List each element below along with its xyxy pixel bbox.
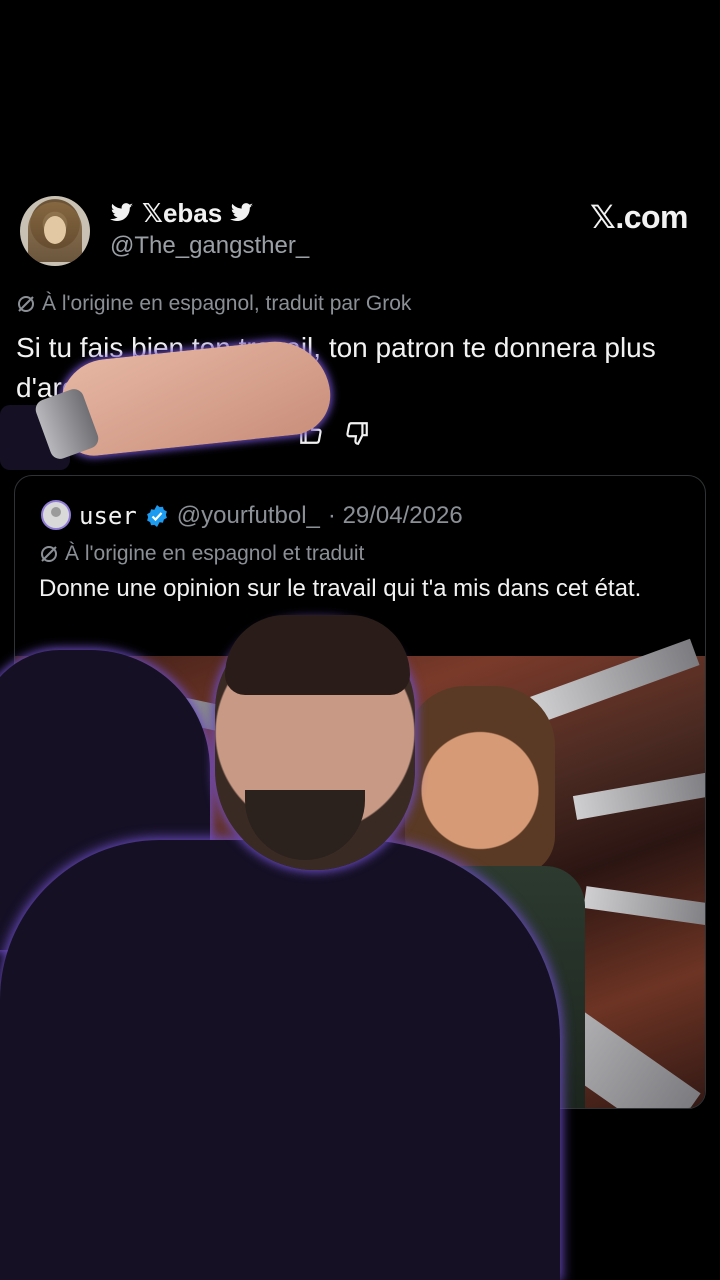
media-blade [572,771,705,820]
quoted-tweet-header: user @yourfutbol_ · 29/04/2026 [79,500,463,532]
media-blade [583,886,705,926]
tweet-header: 𝕏ebas @The_gangsther_ 𝕏.com [20,196,700,266]
quoted-date: · 29/04/2026 [327,502,463,529]
quoted-tweet-text: Donne une opinion sur le travail qui t'a… [39,575,642,602]
quoted-handle[interactable]: @yourfutbol_ [177,502,320,530]
author-display-name[interactable]: 𝕏ebas [142,198,222,229]
grok-icon [16,294,36,314]
presenter-sweatshirt [0,840,560,1280]
translation-note-text: À l'origine en espagnol, traduit par Gro… [42,292,412,315]
twitter-bird-icon [110,203,134,223]
twitter-bird-icon [230,203,254,223]
translation-note[interactable]: À l'origine en espagnol, traduit par Gro… [16,292,411,316]
author-avatar[interactable] [20,196,90,266]
presenter-hair [225,615,410,695]
quoted-translation-note-text: À l'origine en espagnol et traduit [65,542,365,565]
author-handle[interactable]: @The_gangsther_ [110,232,309,260]
author-name-row: 𝕏ebas [110,198,254,228]
avatar-face [44,216,66,244]
quoted-username[interactable]: user [79,502,137,530]
presenter-overlay [0,610,560,1280]
quoted-user-avatar[interactable] [41,500,71,530]
grok-icon [39,544,59,564]
thumbs-down-icon[interactable] [344,420,370,446]
verified-badge-icon [145,504,169,528]
quoted-translation-note[interactable]: À l'origine en espagnol et traduit [39,542,364,566]
presenter-hand [0,336,340,470]
site-label: 𝕏.com [590,199,688,235]
